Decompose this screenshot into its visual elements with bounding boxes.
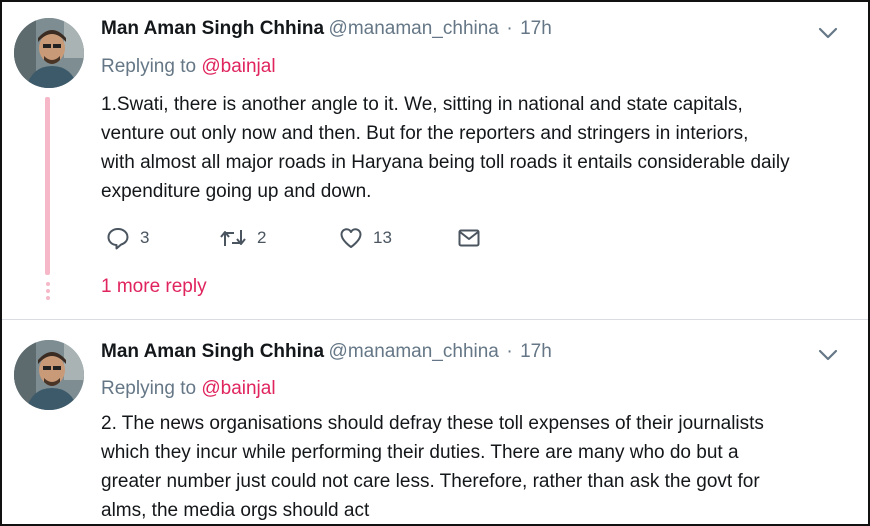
thread-line [45, 97, 50, 275]
avatar[interactable] [14, 18, 84, 88]
direct-message-button[interactable] [457, 223, 481, 253]
tweet-text-line: 2. The news organisations should defray … [101, 413, 764, 434]
thread-dot [46, 282, 50, 286]
tweet-text-line: which they incur while performing their … [101, 442, 739, 463]
thread-dot [46, 296, 50, 300]
replying-to: Replying to @bainjal [101, 56, 276, 78]
timestamp[interactable]: 17h [520, 18, 552, 39]
tweet[interactable]: Man Aman Singh Chhina @manaman_chhina · … [2, 2, 868, 320]
tweet-text-line: venture out only now and then. But for t… [101, 123, 749, 144]
author-name[interactable]: Man Aman Singh Chhina [101, 18, 324, 39]
tweet-header: Man Aman Singh Chhina @manaman_chhina · … [101, 18, 552, 42]
tweet[interactable]: Man Aman Singh Chhina @manaman_chhina · … [2, 321, 868, 524]
thread-dot [46, 289, 50, 293]
tweet-text-line: expenditure going up and down. [101, 181, 372, 202]
tweet-actions: 3 2 13 [101, 223, 601, 253]
chevron-down-icon[interactable] [818, 26, 838, 40]
envelope-icon [457, 226, 481, 250]
chevron-down-icon[interactable] [818, 348, 838, 362]
tweet-text-line: alms, the media orgs should act [101, 500, 370, 521]
replying-prefix: Replying to [101, 56, 197, 77]
separator: · [506, 341, 513, 362]
replying-prefix: Replying to [101, 378, 197, 399]
tweet-text-line: with almost all major roads in Haryana b… [101, 152, 790, 173]
tweet-text: 1.Swati, there is another angle to it. W… [101, 90, 853, 206]
like-count: 13 [373, 228, 392, 247]
reply-count: 3 [140, 228, 150, 247]
more-replies-link[interactable]: 1 more reply [101, 276, 207, 298]
tweet-text: 2. The news organisations should defray … [101, 409, 853, 524]
heart-icon [339, 226, 363, 250]
mention-link[interactable]: @bainjal [201, 378, 275, 399]
avatar[interactable] [14, 340, 84, 410]
reply-icon [106, 226, 130, 250]
separator: · [506, 18, 513, 39]
reply-button[interactable]: 3 [106, 223, 149, 253]
timestamp[interactable]: 17h [520, 341, 552, 362]
retweet-button[interactable]: 2 [219, 223, 266, 253]
author-name[interactable]: Man Aman Singh Chhina [101, 341, 324, 362]
retweet-count: 2 [257, 228, 267, 247]
like-button[interactable]: 13 [339, 223, 392, 253]
author-handle[interactable]: @manaman_chhina [329, 18, 499, 39]
tweet-text-line: greater number just could not care less.… [101, 471, 760, 492]
replying-to: Replying to @bainjal [101, 378, 276, 400]
tweet-thread-frame: Man Aman Singh Chhina @manaman_chhina · … [0, 0, 870, 526]
retweet-icon [219, 226, 247, 250]
tweet-header: Man Aman Singh Chhina @manaman_chhina · … [101, 341, 552, 365]
mention-link[interactable]: @bainjal [201, 56, 275, 77]
tweet-text-line: 1.Swati, there is another angle to it. W… [101, 94, 743, 115]
author-handle[interactable]: @manaman_chhina [329, 341, 499, 362]
